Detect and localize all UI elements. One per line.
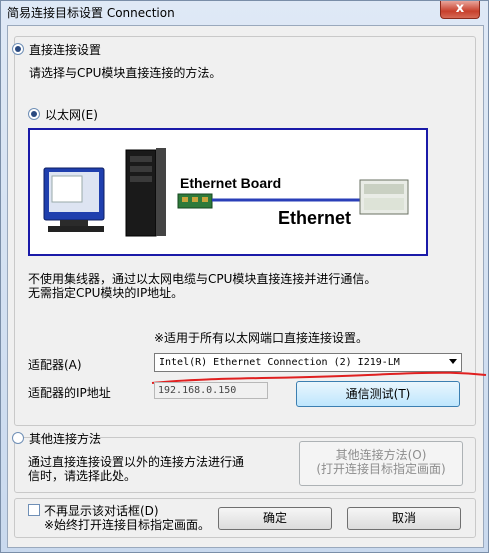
ethernet-board-icon (177, 193, 213, 209)
ethernet-description-line2: 无需指定CPU模块的IP地址。 (28, 286, 184, 300)
dialog-client: 直接连接设置 请选择与CPU模块直接连接的方法。 以太网(E) Ethernet… (7, 25, 487, 548)
ethernet-network-label: Ethernet (278, 208, 351, 228)
pc-tower-icon (125, 148, 166, 237)
dont-show-again-note: ※始终打开连接目标指定画面。 (44, 518, 211, 532)
other-connection-button[interactable]: 其他连接方法(O) (打开连接目标指定画面) (299, 441, 463, 486)
close-icon: x (455, 1, 465, 16)
chevron-down-icon[interactable] (449, 359, 457, 364)
other-description-line2: 信时，请选择此处。 (28, 469, 137, 483)
other-connection-label[interactable]: 其他连接方法 (29, 430, 101, 447)
ethernet-note: ※适用于所有以太网端口直接连接设置。 (154, 331, 369, 345)
communication-test-button[interactable]: 通信测试(T) (296, 381, 460, 407)
ip-address-field: 192.168.0.150 (154, 382, 268, 399)
ip-address-label: 适配器的IP地址 (28, 386, 111, 400)
dialog-window: 简易连接目标设置 Connection x 直接连接设置 请选择与CPU模块直接… (0, 0, 489, 553)
title-bar[interactable]: 简易连接目标设置 Connection x (1, 1, 488, 23)
window-title: 简易连接目标设置 Connection (7, 6, 175, 20)
communication-test-label: 通信测试(T) (345, 387, 411, 401)
direct-connection-radio[interactable] (12, 43, 24, 55)
ethernet-board-label: Ethernet Board (180, 175, 281, 191)
monitor-icon (43, 167, 105, 232)
dont-show-again-checkbox[interactable] (28, 504, 40, 516)
direct-connection-label[interactable]: 直接连接设置 (29, 41, 101, 58)
ethernet-label[interactable]: 以太网(E) (45, 106, 98, 123)
other-connection-radio[interactable] (12, 432, 24, 444)
plc-module-icon (359, 179, 409, 215)
direct-connection-description: 请选择与CPU模块直接连接的方法。 (29, 66, 222, 80)
other-connection-button-line1: 其他连接方法(O) (335, 448, 427, 462)
ethernet-illustration: Ethernet Board Ethernet (28, 128, 428, 256)
ethernet-radio[interactable] (28, 108, 40, 120)
connection-diagram: Ethernet Board Ethernet (43, 148, 409, 237)
adapter-label: 适配器(A) (28, 358, 82, 372)
cancel-button-label: 取消 (391, 511, 416, 525)
close-button[interactable]: x (440, 1, 480, 19)
ok-button-label: 确定 (262, 511, 287, 525)
ok-button[interactable]: 确定 (218, 507, 332, 530)
other-connection-button-line2: (打开连接目标指定画面) (316, 462, 446, 476)
cancel-button[interactable]: 取消 (347, 507, 461, 530)
adapter-select-value: Intel(R) Ethernet Connection (2) I219-LM (159, 357, 400, 368)
